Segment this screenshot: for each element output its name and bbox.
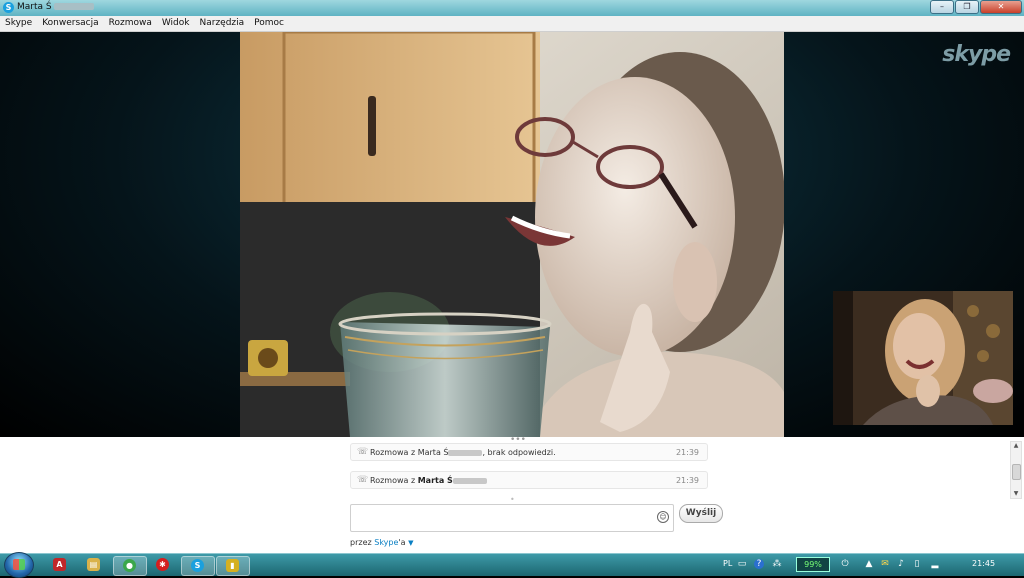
menu-bar: Skype Konwersacja Rozmowa Widok Narzędzi… — [0, 16, 1024, 32]
network-tray-icon[interactable]: ⁂ — [772, 559, 782, 569]
chrome-icon: ● — [123, 559, 136, 572]
video-area[interactable]: skype — [0, 32, 1024, 437]
maximize-button[interactable]: ❐ — [955, 0, 979, 14]
scroll-down-icon[interactable]: ▼ — [1011, 490, 1021, 498]
signal-icon[interactable]: ▂ — [930, 559, 940, 569]
window-titlebar[interactable]: S Marta Ś – ❐ ✕ — [0, 0, 1024, 16]
device-icon[interactable]: ▯ — [912, 559, 922, 569]
window-title: Marta Ś — [17, 2, 94, 12]
skype-taskbar-icon: S — [191, 559, 204, 572]
battery-indicator[interactable]: 99% — [796, 557, 830, 572]
taskbar-app-skype[interactable]: S — [181, 556, 215, 576]
windows-logo-icon — [13, 559, 25, 570]
menu-konwersacja[interactable]: Konwersacja — [37, 16, 103, 31]
menu-widok[interactable]: Widok — [157, 16, 195, 31]
keyboard-icon[interactable]: ▭ — [737, 559, 747, 569]
windows-taskbar: A ▤ ● ✱ S ▮ PL ▭ ? ⁂ 99% ⏻ ▲ ✉ ♪ ▯ ▂ 21:… — [0, 552, 1024, 578]
explorer-icon: ▤ — [87, 558, 100, 571]
skype-icon: S — [3, 2, 14, 13]
chat-message: ☏ Rozmowa z Marta Ś, brak odpowiedzi. 21… — [350, 443, 708, 461]
send-button[interactable]: Wyślij — [679, 504, 723, 523]
minimize-icon: – — [940, 2, 944, 11]
chat-scrollbar[interactable]: ▲ ▼ — [1010, 441, 1022, 499]
maximize-icon: ❐ — [963, 2, 971, 11]
language-indicator[interactable]: PL — [723, 559, 732, 568]
close-icon: ✕ — [997, 2, 1005, 11]
start-button[interactable] — [4, 552, 34, 578]
taskbar-app-red[interactable]: ✱ — [147, 556, 179, 574]
menu-pomoc[interactable]: Pomoc — [249, 16, 289, 31]
message-input[interactable]: ☺ — [350, 504, 674, 532]
chat-message-text: Rozmowa z Marta Ś, brak odpowiedzi. — [370, 448, 556, 457]
chat-message: ☏ Rozmowa z Marta Ś 21:39 — [350, 471, 708, 489]
taskbar-app-pdf[interactable]: A — [44, 556, 76, 574]
tray-expand-icon[interactable]: ▲ — [864, 559, 874, 569]
separator-dot: • — [510, 495, 515, 504]
chat-message-time: 21:39 — [675, 476, 699, 485]
title-name-blur — [53, 3, 94, 10]
taskbar-app-explorer[interactable]: ▤ — [78, 556, 110, 574]
phone-icon: ☏ — [357, 475, 369, 485]
remote-video-image — [240, 32, 784, 437]
menu-narzedzia[interactable]: Narzędzia — [195, 16, 250, 31]
chat-message-time: 21:39 — [675, 448, 699, 457]
self-video-preview[interactable] — [833, 291, 1013, 425]
menu-skype[interactable]: Skype — [0, 16, 37, 31]
winamp-icon: ▮ — [226, 559, 239, 572]
scroll-up-icon[interactable]: ▲ — [1011, 442, 1021, 450]
name-blur — [452, 477, 487, 484]
taskbar-app-winamp[interactable]: ▮ — [216, 556, 250, 576]
chevron-down-icon: ▼ — [408, 539, 414, 547]
mail-icon[interactable]: ✉ — [880, 559, 890, 569]
scrollbar-thumb[interactable] — [1012, 464, 1021, 480]
menu-rozmowa[interactable]: Rozmowa — [104, 16, 157, 31]
emoticon-icon[interactable]: ☺ — [657, 511, 669, 523]
taskbar-app-chrome[interactable]: ● — [113, 556, 147, 576]
via-skype-selector[interactable]: przez Skype'a ▼ — [350, 538, 413, 547]
volume-icon[interactable]: ♪ — [896, 559, 906, 569]
skype-watermark-logo: skype — [942, 42, 1011, 67]
power-icon[interactable]: ⏻ — [840, 559, 850, 569]
self-video-image — [833, 291, 1013, 425]
remote-video-feed[interactable] — [240, 32, 784, 437]
window-controls: – ❐ ✕ — [929, 0, 1022, 14]
help-icon[interactable]: ? — [754, 559, 764, 569]
chat-message-text: Rozmowa z Marta Ś — [370, 476, 487, 485]
phone-icon: ☏ — [357, 447, 369, 457]
close-button[interactable]: ✕ — [980, 0, 1022, 14]
taskbar-clock[interactable]: 21:45 — [972, 559, 995, 568]
red-app-icon: ✱ — [156, 558, 169, 571]
chat-panel: ••• ☏ Rozmowa z Marta Ś, brak odpowiedzi… — [0, 436, 1024, 553]
pdf-app-icon: A — [53, 558, 66, 571]
name-blur — [448, 449, 483, 456]
minimize-button[interactable]: – — [930, 0, 954, 14]
